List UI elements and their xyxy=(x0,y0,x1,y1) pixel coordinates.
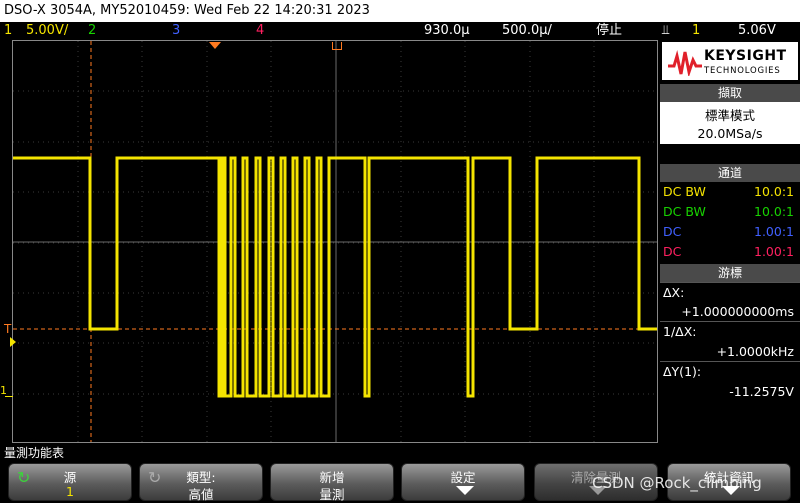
softkey-type-value: 高値 xyxy=(188,487,214,502)
dy-value: -11.2575V xyxy=(729,384,794,399)
keysight-logo: KEYSIGHT TECHNOLOGIES xyxy=(660,40,800,82)
dy-label: ΔY(1): xyxy=(663,364,702,379)
watermark: CSDN @Rock_climbing xyxy=(592,474,762,492)
ch2-coupling: DC BW xyxy=(663,204,706,219)
trigger-level-marker: T xyxy=(4,322,12,336)
trigger-position-marker xyxy=(209,42,221,49)
cursors-header[interactable]: 游標 xyxy=(660,264,800,282)
inv-dx-value-row: +1.0000kHz xyxy=(660,342,800,362)
ch4-probe: 1.00:1 xyxy=(754,244,794,259)
softkey-add-measurement[interactable]: 新增 量測 xyxy=(270,463,394,502)
ch3-probe: 1.00:1 xyxy=(754,224,794,239)
softkey-settings[interactable]: 設定 xyxy=(401,463,525,501)
acquire-mode: 標準模式 xyxy=(704,108,755,123)
ch3-coupling: DC xyxy=(663,224,682,239)
trigger-level[interactable]: 5.06V xyxy=(738,22,776,40)
dx-value: +1.000000000ms xyxy=(681,304,794,319)
inv-dx-value: +1.0000kHz xyxy=(716,344,794,359)
channel-row-2: DC BW 10.0:1 xyxy=(660,202,800,222)
ch4-number[interactable]: 4 xyxy=(256,22,264,40)
oscilloscope-screen: DSO-X 3054A, MY52010459: Wed Feb 22 14:2… xyxy=(0,0,800,503)
dx-value-row: +1.000000000ms xyxy=(660,302,800,322)
dy-label-row: ΔY(1): xyxy=(660,362,800,382)
trigger-edge-icon: ⫫ xyxy=(662,23,670,38)
ch1-coupling: DC BW xyxy=(663,184,706,199)
waveform-display[interactable] xyxy=(12,40,658,443)
dx-label-row: ΔX: xyxy=(660,283,800,303)
ch1-number[interactable]: 1 xyxy=(4,22,12,40)
softkey-source[interactable]: ↻ 源 1 xyxy=(8,463,132,501)
dx-label: ΔX: xyxy=(663,285,685,300)
ground-icon xyxy=(5,396,13,402)
channel-row-1: DC BW 10.0:1 xyxy=(660,182,800,202)
chevron-down-icon xyxy=(456,486,474,495)
trigger-source[interactable]: 1 xyxy=(692,22,700,40)
ch1-probe: 10.0:1 xyxy=(754,184,794,199)
brand-name: KEYSIGHT xyxy=(704,48,787,64)
acquire-info: 標準模式 20.0MSa/s xyxy=(660,102,800,144)
measure-menu-label: 量測功能表 xyxy=(4,446,65,460)
softkey-add-value: 量測 xyxy=(319,487,345,502)
waveform-svg xyxy=(13,41,657,442)
channels-header[interactable]: 通道 xyxy=(660,164,800,182)
brand-sub: TECHNOLOGIES xyxy=(704,66,781,76)
status-bar: 1 5.00V/ 2 3 4 930.0µ 500.0µ/ 停止 ⫫ 1 5.0… xyxy=(0,22,800,40)
ch2-number[interactable]: 2 xyxy=(88,22,96,40)
trigger-level-arrow xyxy=(10,337,16,347)
run-state: 停止 xyxy=(596,23,623,38)
ch2-probe: 10.0:1 xyxy=(754,204,794,219)
ch4-coupling: DC xyxy=(663,244,682,259)
inv-dx-label: 1/ΔX: xyxy=(663,324,697,339)
cursor-top-marker xyxy=(332,42,342,50)
side-panel: KEYSIGHT TECHNOLOGIES 擷取 標準模式 20.0MSa/s … xyxy=(660,40,800,443)
channel-row-4: DC 1.00:1 xyxy=(660,242,800,262)
inv-dx-label-row: 1/ΔX: xyxy=(660,322,800,342)
softkey-type[interactable]: ↻ 類型: 高値 xyxy=(139,463,263,502)
ch3-number[interactable]: 3 xyxy=(172,22,180,40)
center-axes xyxy=(13,41,657,442)
channel-row-3: DC 1.00:1 xyxy=(660,222,800,242)
softkey-source-value: 1 xyxy=(66,484,74,499)
title-bar: DSO-X 3054A, MY52010459: Wed Feb 22 14:2… xyxy=(0,0,800,22)
ch1-scale[interactable]: 5.00V/ xyxy=(26,22,68,40)
acquire-header[interactable]: 擷取 xyxy=(660,84,800,102)
softkey-settings-label: 設定 xyxy=(450,470,476,485)
time-delay[interactable]: 930.0µ xyxy=(424,22,470,40)
keysight-wave-icon xyxy=(668,50,702,76)
sample-rate: 20.0MSa/s xyxy=(697,126,763,141)
dy-value-row: -11.2575V xyxy=(660,382,800,402)
time-scale[interactable]: 500.0µ/ xyxy=(502,22,552,40)
